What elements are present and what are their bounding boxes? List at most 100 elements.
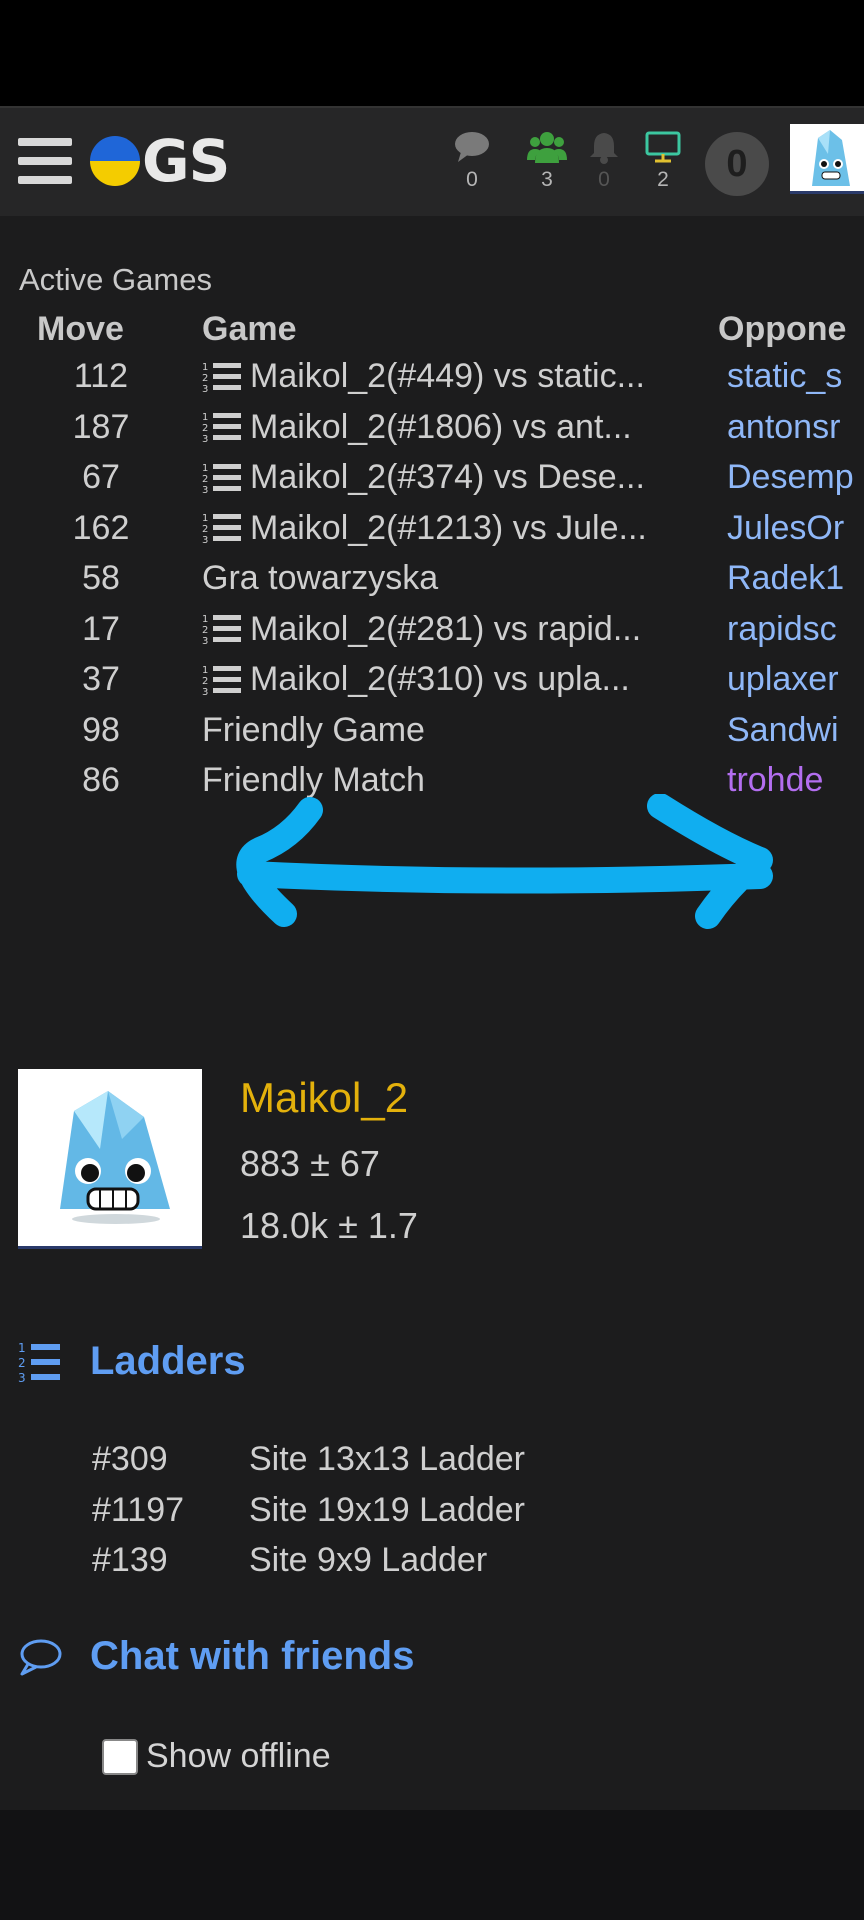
svg-text:3: 3 [202,485,208,495]
opponent-link[interactable]: Radek1 [727,559,864,598]
chat-bubble-icon [455,132,489,162]
chat-button[interactable]: 0 [448,130,496,192]
ladder-list-icon: 123 [202,511,250,545]
column-header-move: Move [37,310,124,348]
ladder-list-icon: 123 [202,360,250,394]
svg-text:1: 1 [202,665,208,676]
ladder-list-icon: 123 [202,410,250,444]
move-number: 86 [82,761,120,799]
svg-text:1: 1 [202,614,208,625]
game-name-link[interactable]: 1 2 3 Maikol_2(#374) vs Dese... [202,458,702,497]
game-name-link[interactable]: 1 2 3 Maikol_2(#1213) vs Jule... [202,509,702,548]
game-name: Friendly Game [202,710,425,749]
profile-avatar-icon [60,1091,170,1224]
game-name: Maikol_2(#1213) vs Jule... [250,508,647,547]
hamburger-menu-icon[interactable] [18,138,72,184]
svg-text:2: 2 [202,423,208,434]
friends-count: 3 [541,168,553,191]
ladder-name: Site 19x19 Ladder [249,1490,525,1529]
svg-text:3: 3 [202,687,208,697]
game-name-link[interactable]: Friendly Game [202,711,702,750]
table-row[interactable]: 37 1 2 3 Maikol_2(#310) vs upla... uplaxer [0,660,864,710]
move-number: 67 [82,458,120,496]
ladder-item[interactable]: #309 Site 13x13 Ladder [92,1440,525,1479]
chat-bubble-outline-icon [20,1639,62,1675]
svg-text:3: 3 [202,636,208,646]
ladder-item[interactable]: #1197 Site 19x19 Ladder [92,1491,525,1530]
svg-text:1: 1 [18,1341,26,1355]
ladder-list-icon: 123 [202,461,250,495]
chat-section-header[interactable]: Chat with friends [18,1634,414,1679]
table-row[interactable]: 187 1 2 3 Maikol_2(#1806) vs ant... antonsr [0,408,864,458]
turn-counter-badge[interactable]: 0 [705,132,769,196]
ladders-title: Ladders [90,1339,246,1383]
profile-username[interactable]: Maikol_2 [240,1074,408,1122]
table-row[interactable]: 17 1 2 3 Maikol_2(#281) vs rapid... rapidsc [0,610,864,660]
ladders-section-header[interactable]: 1 2 3 Ladders [18,1339,246,1384]
chat-title: Chat with friends [90,1634,415,1678]
game-name-link[interactable]: Gra towarzyska [202,559,702,598]
ladder-rank: #139 [92,1541,168,1579]
game-name-link[interactable]: 1 2 3 Maikol_2(#449) vs static... [202,357,702,396]
table-row[interactable]: 112 1 2 3 Maikol_2(#449) vs static... static_… [0,357,864,407]
move-number: 98 [82,710,120,749]
svg-text:2: 2 [202,524,208,535]
ladder-item[interactable]: #139 Site 9x9 Ladder [92,1541,487,1580]
friends-button[interactable]: 3 [523,130,571,192]
game-name-link[interactable]: 1 2 3 Maikol_2(#310) vs upla... [202,660,702,699]
show-offline-label: Show offline [146,1737,331,1775]
user-avatar[interactable] [790,124,864,194]
ladder-name: Site 13x13 Ladder [249,1440,525,1478]
ogs-logo[interactable]: GS [90,127,230,195]
opponent-link[interactable]: antonsr [727,408,864,447]
svg-text:1: 1 [202,362,208,373]
logo-text: GS [142,127,230,195]
column-header-game: Game [202,310,297,348]
svg-text:2: 2 [18,1356,26,1370]
svg-text:2: 2 [202,625,208,636]
svg-text:3: 3 [202,434,208,444]
monitor-icon [645,131,681,163]
active-games-button[interactable]: 2 [639,130,687,192]
svg-text:3: 3 [202,384,208,394]
profile-rank: 18.0k ± 1.7 [240,1205,418,1246]
opponent-link[interactable]: static_s [727,357,864,396]
ladder-list-icon: 123 [202,612,250,646]
svg-text:1: 1 [202,412,208,423]
move-number: 58 [82,559,120,597]
opponent-link[interactable]: Sandwi [727,711,864,750]
ladder-name: Site 9x9 Ladder [249,1541,488,1579]
bottom-bar [0,1810,864,1920]
bell-icon [590,133,618,164]
show-offline-checkbox[interactable] [102,1738,138,1775]
table-row[interactable]: 67 1 2 3 Maikol_2(#374) vs Dese... Desemp [0,458,864,508]
table-row[interactable]: 162 1 2 3 Maikol_2(#1213) vs Jule... JulesOr [0,509,864,559]
show-offline-toggle[interactable]: Show offline [102,1737,331,1776]
move-number: 17 [82,609,120,648]
game-name-link[interactable]: 1 2 3 Maikol_2(#1806) vs ant... [202,408,702,447]
games-count: 2 [657,168,669,191]
opponent-link[interactable]: uplaxer [727,660,864,699]
opponent-link[interactable]: JulesOr [727,509,864,548]
game-name-link[interactable]: 1 2 3 Maikol_2(#281) vs rapid... [202,610,702,649]
move-number: 187 [72,407,130,446]
profile-avatar[interactable] [18,1069,202,1249]
opponent-link[interactable]: rapidsc [727,610,864,649]
notifications-count: 0 [598,168,610,191]
table-row[interactable]: 98 Friendly Game Sandwi [0,711,864,761]
move-number: 112 [73,357,129,395]
game-name: Maikol_2(#1806) vs ant... [250,407,632,446]
list-ordered-icon: 1 2 3 [18,1341,60,1384]
move-number: 37 [82,660,120,698]
chat-count: 0 [466,168,478,191]
ukraine-flag-logo-icon [90,136,140,186]
friends-icon [527,132,567,163]
system-status-bar [0,0,864,106]
opponent-link[interactable]: Desemp [727,458,864,497]
notifications-button[interactable]: 0 [580,130,628,192]
svg-text:2: 2 [202,373,208,384]
top-navbar: GS 0 3 0 2 0 [0,106,864,216]
svg-text:2: 2 [202,474,208,485]
table-row[interactable]: 58 Gra towarzyska Radek1 [0,559,864,609]
svg-text:1: 1 [202,463,208,474]
